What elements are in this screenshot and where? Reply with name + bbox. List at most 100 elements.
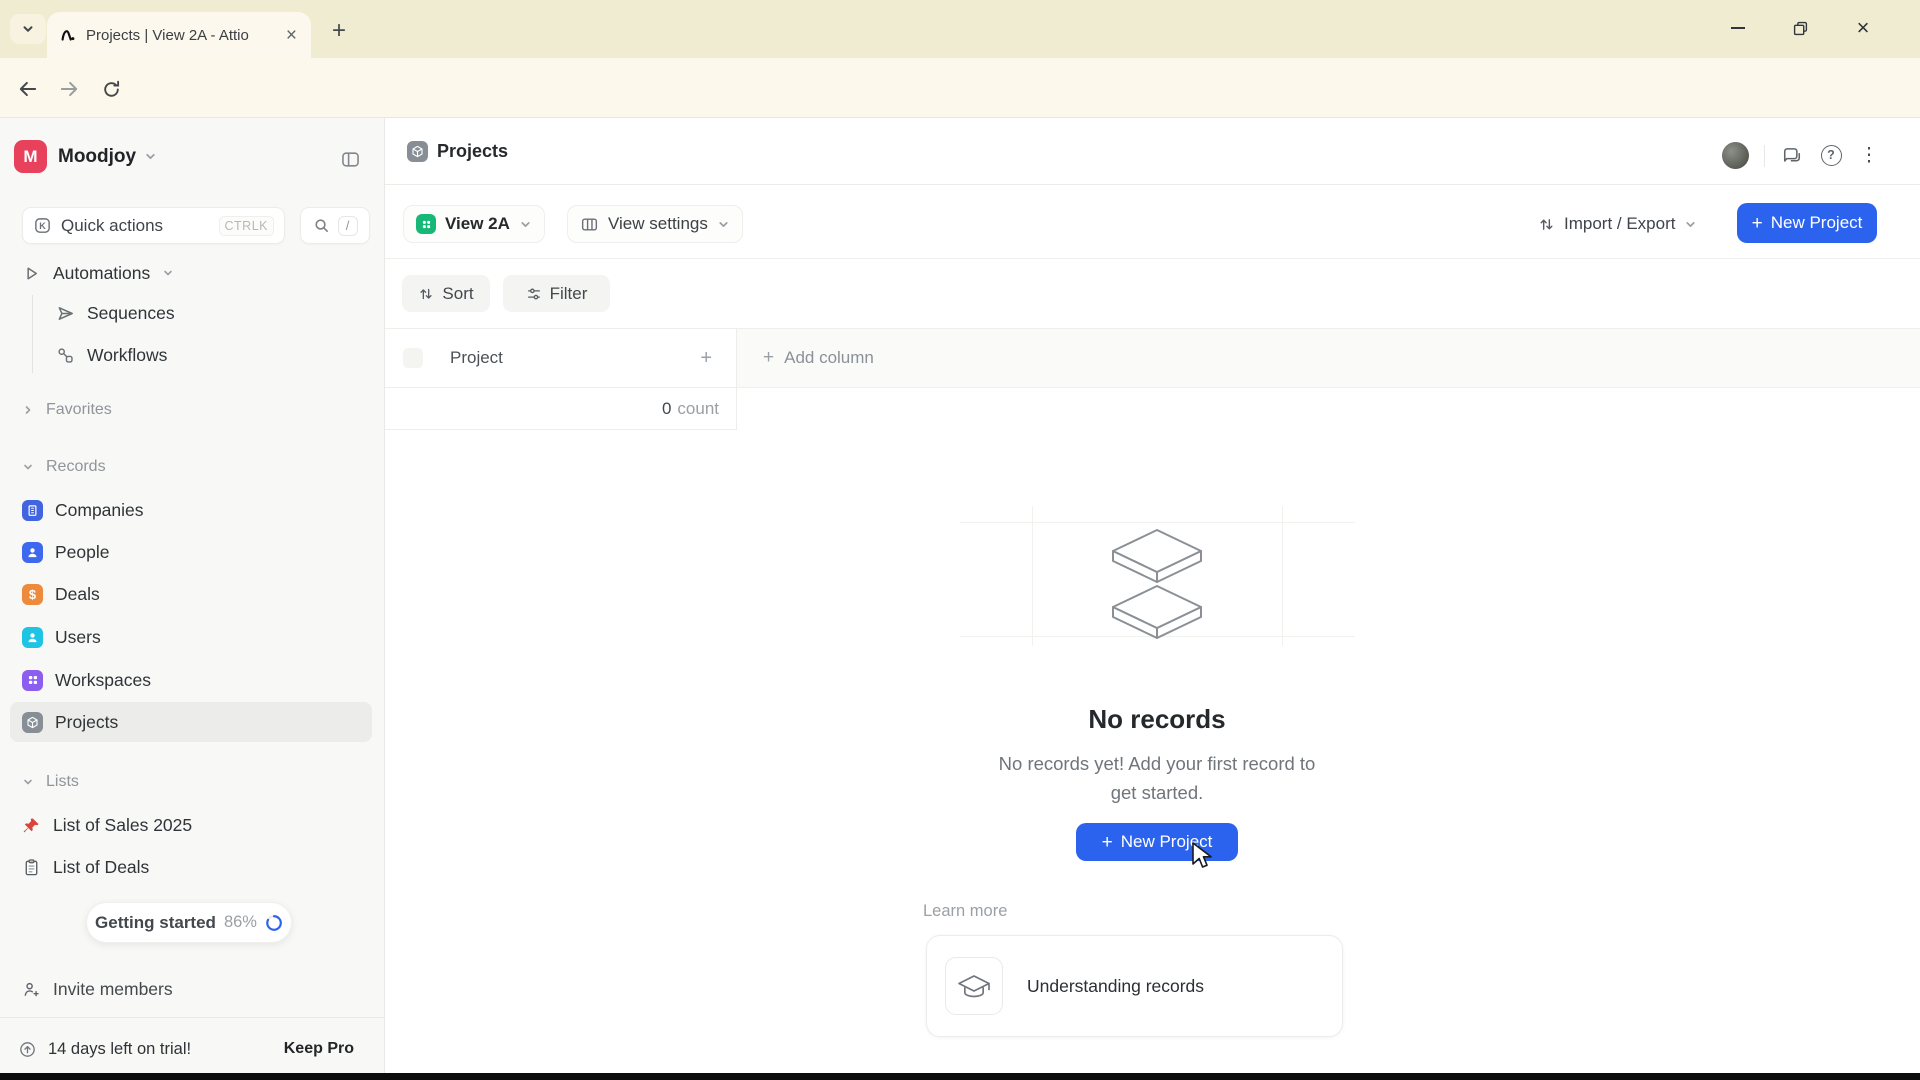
search-icon bbox=[313, 217, 330, 234]
column-plus-icon[interactable]: + bbox=[700, 347, 712, 370]
view-grid-icon bbox=[416, 214, 436, 234]
restore-icon bbox=[1793, 21, 1808, 36]
invite-members-button[interactable]: Invite members bbox=[10, 969, 372, 1009]
toolbar-divider bbox=[385, 258, 1920, 259]
chevron-down-icon bbox=[162, 267, 174, 279]
import-export-button[interactable]: Import / Export bbox=[1532, 205, 1703, 243]
sort-button[interactable]: Sort bbox=[402, 275, 490, 312]
column-header-label: Project bbox=[450, 348, 503, 367]
quick-actions-shortcut: CTRLK bbox=[218, 215, 274, 236]
window-close-button[interactable]: × bbox=[1841, 0, 1885, 56]
person-icon bbox=[22, 541, 43, 563]
people-label: People bbox=[55, 541, 110, 562]
mouse-cursor bbox=[1191, 842, 1217, 872]
chat-icon[interactable] bbox=[1778, 141, 1806, 169]
chevron-down-icon bbox=[519, 218, 532, 231]
sidebar-item-automations[interactable]: Automations bbox=[10, 253, 372, 293]
empty-state-description: No records yet! Add your first record to… bbox=[999, 749, 1316, 807]
sidebar-section-records[interactable]: Records bbox=[10, 447, 372, 487]
sidebar-item-workspaces[interactable]: Workspaces bbox=[10, 660, 372, 700]
columns-icon bbox=[580, 215, 599, 234]
chevron-down-icon bbox=[1684, 218, 1697, 231]
getting-started-button[interactable]: Getting started 86% bbox=[86, 902, 292, 943]
users-label: Users bbox=[55, 626, 101, 647]
getting-started-label: Getting started bbox=[95, 912, 216, 932]
tab-close-icon[interactable]: × bbox=[284, 26, 299, 45]
add-column-button[interactable]: + Add column bbox=[737, 328, 1920, 388]
projects-label: Projects bbox=[55, 711, 119, 732]
clipboard-icon bbox=[22, 858, 41, 877]
sidebar-item-list-of-sales[interactable]: List of Sales 2025 bbox=[10, 805, 372, 845]
chevron-right-icon bbox=[22, 404, 34, 416]
workspace-switcher[interactable]: Moodjoy bbox=[58, 140, 157, 173]
view-name: View 2A bbox=[445, 214, 510, 233]
svg-text:K: K bbox=[39, 221, 46, 231]
browser-tab[interactable]: Projects | View 2A - Attio × bbox=[47, 12, 311, 58]
sort-label: Sort bbox=[442, 283, 474, 303]
keep-pro-button[interactable]: Keep Pro bbox=[274, 1034, 364, 1064]
sidebar-section-favorites[interactable]: Favorites bbox=[10, 390, 372, 430]
sidebar-item-users[interactable]: Users bbox=[10, 617, 372, 657]
tab-title: Projects | View 2A - Attio bbox=[86, 26, 249, 44]
header-divider bbox=[1764, 145, 1765, 167]
quick-actions-button[interactable]: K Quick actions CTRLK bbox=[22, 207, 285, 244]
chevron-down-icon bbox=[21, 22, 35, 36]
sidebar-section-lists[interactable]: Lists bbox=[10, 762, 372, 802]
send-icon bbox=[56, 304, 75, 323]
page-title: Projects bbox=[437, 141, 509, 161]
main-content: Projects ? ⋮ View 2A View settings Impor… bbox=[385, 118, 1920, 1080]
screen-edge-bar bbox=[0, 1073, 1920, 1080]
forward-button[interactable] bbox=[55, 75, 83, 103]
new-tab-button[interactable]: + bbox=[322, 16, 356, 46]
view-settings-label: View settings bbox=[608, 214, 708, 233]
invite-members-label: Invite members bbox=[53, 978, 173, 999]
plus-icon: + bbox=[1101, 831, 1113, 853]
workspaces-label: Workspaces bbox=[55, 669, 151, 690]
sidebar-item-projects[interactable]: Projects bbox=[10, 702, 372, 742]
select-all-checkbox[interactable] bbox=[403, 348, 423, 368]
stacked-boxes-illustration bbox=[1107, 528, 1207, 640]
attio-logo-icon bbox=[59, 26, 77, 44]
filter-button[interactable]: Filter bbox=[503, 275, 610, 312]
tab-search-button[interactable] bbox=[10, 14, 46, 44]
sidebar-item-sequences[interactable]: Sequences bbox=[44, 293, 372, 333]
grid-icon bbox=[22, 669, 43, 691]
window-minimize-button[interactable] bbox=[1716, 0, 1760, 56]
empty-state: No records No records yet! Add your firs… bbox=[877, 528, 1437, 861]
chevron-down-icon bbox=[22, 776, 34, 788]
help-icon[interactable]: ? bbox=[1817, 141, 1845, 169]
import-export-label: Import / Export bbox=[1564, 214, 1676, 233]
up-down-arrows-icon bbox=[1538, 216, 1555, 233]
quick-actions-label: Quick actions bbox=[61, 215, 164, 235]
reload-button[interactable] bbox=[97, 75, 125, 103]
window-maximize-button[interactable] bbox=[1778, 0, 1822, 56]
workspace-logo[interactable]: M bbox=[14, 140, 47, 173]
header-menu-icon[interactable]: ⋮ bbox=[1858, 141, 1880, 169]
view-settings-button[interactable]: View settings bbox=[567, 205, 743, 243]
learn-more-label: Learn more bbox=[923, 902, 1008, 920]
user-avatar[interactable] bbox=[1722, 142, 1749, 169]
new-project-button[interactable]: + New Project bbox=[1737, 203, 1877, 243]
sidebar-item-people[interactable]: People bbox=[10, 532, 372, 572]
count-value: 0 bbox=[661, 398, 672, 418]
projects-cube-icon bbox=[407, 141, 428, 162]
browser-tab-strip: Projects | View 2A - Attio × + × bbox=[0, 0, 1920, 58]
search-button[interactable]: / bbox=[300, 207, 370, 244]
empty-state-line2: get started. bbox=[1110, 782, 1204, 803]
lists-label: Lists bbox=[46, 773, 79, 790]
sidebar: M Moodjoy K Quick actions CTRLK / Automa… bbox=[0, 118, 385, 1080]
sidebar-item-companies[interactable]: Companies bbox=[10, 490, 372, 530]
sidebar-item-list-of-deals[interactable]: List of Deals bbox=[10, 847, 372, 887]
back-button[interactable] bbox=[14, 75, 42, 103]
understanding-records-card[interactable]: Understanding records bbox=[926, 935, 1343, 1037]
sidebar-item-deals[interactable]: $ Deals bbox=[10, 574, 372, 614]
sidebar-item-workflows[interactable]: Workflows bbox=[44, 335, 372, 375]
view-selector-button[interactable]: View 2A bbox=[403, 205, 545, 243]
getting-started-percent: 86% bbox=[223, 913, 257, 931]
arrow-up-circle-icon bbox=[18, 1040, 37, 1059]
minimize-icon bbox=[1731, 27, 1745, 29]
card-title: Understanding records bbox=[1027, 975, 1205, 996]
chevron-down-icon bbox=[717, 218, 730, 231]
sidebar-collapse-button[interactable] bbox=[336, 145, 364, 173]
column-header-project[interactable]: Project + bbox=[385, 328, 737, 388]
